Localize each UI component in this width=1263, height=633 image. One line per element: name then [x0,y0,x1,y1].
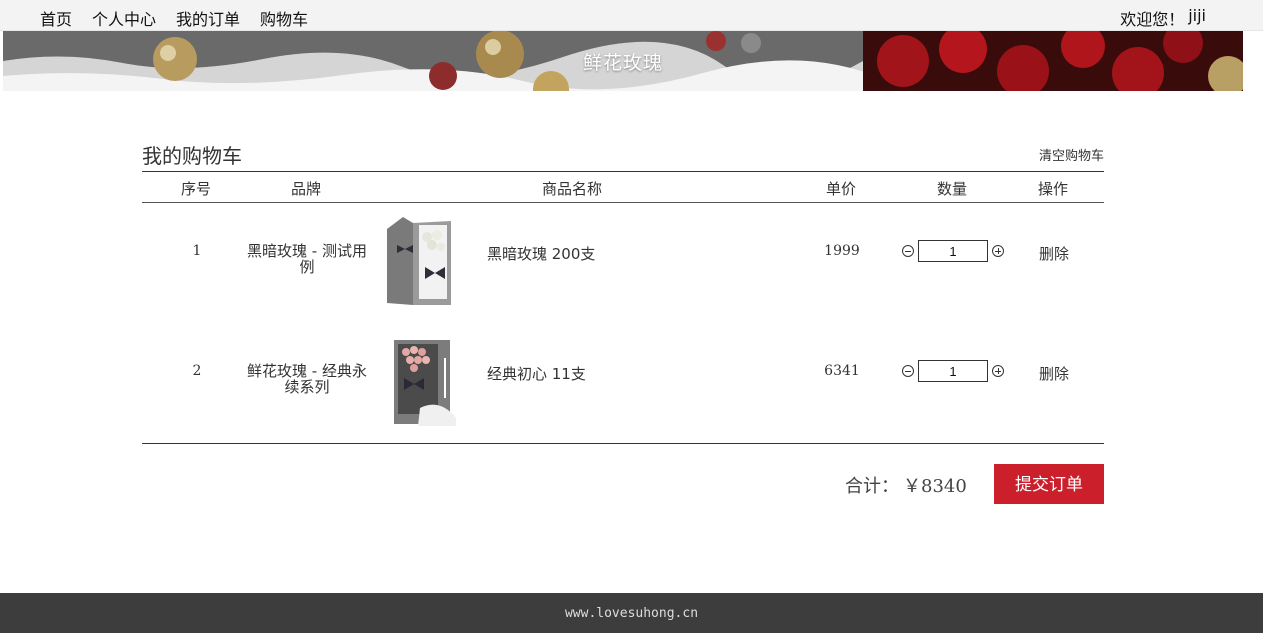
product-image[interactable] [390,338,462,428]
divider [142,171,1104,172]
clear-cart-link[interactable]: 清空购物车 [1039,145,1104,164]
row-price: 6341 [824,363,860,379]
column-header-index: 序号 [180,180,211,198]
quantity-input[interactable] [918,240,988,262]
top-nav: 首页 个人中心 我的订单 购物车 欢迎您！ jiji [0,0,1263,31]
product-thumbnail [390,338,462,428]
total-value: ￥8340 [903,476,967,497]
cart-total: 合计： ￥8340 [845,472,967,498]
column-header-product: 商品名称 [541,180,602,198]
row-price: 1999 [824,243,860,259]
row-product-name[interactable]: 黑暗玫瑰 200支 [487,243,595,264]
row-brand: 鲜花玫瑰 - 经典永续系列 [247,362,367,396]
nav-profile-link[interactable]: 个人中心 [92,6,156,30]
total-label: 合计： [845,476,899,497]
delete-button[interactable]: 删除 [1034,243,1074,264]
footer: www.lovesuhong.cn [0,593,1263,633]
column-header-quantity: 数量 [936,180,967,198]
nav-home-link[interactable]: 首页 [40,6,72,30]
username[interactable]: jiji [1188,6,1206,30]
row-index: 1 [192,243,202,259]
increase-quantity-button[interactable] [992,245,1004,257]
column-header-action: 操作 [1037,180,1068,198]
page: 首页 个人中心 我的订单 购物车 欢迎您！ jiji 鲜花玫瑰 我的购物车 清空… [0,0,1263,633]
quantity-input[interactable] [918,360,988,382]
nav-cart-link[interactable]: 购物车 [260,6,308,30]
row-brand: 黑暗玫瑰 - 测试用例 [247,242,367,276]
column-header-brand: 品牌 [290,180,321,198]
row-index: 2 [192,363,202,379]
row-product-name[interactable]: 经典初心 11支 [487,363,586,384]
divider [142,443,1104,444]
quantity-stepper [902,360,1004,382]
product-image[interactable] [385,217,457,307]
nav-links: 首页 个人中心 我的订单 购物车 [40,6,308,30]
cart-title: 我的购物车 [142,144,242,168]
product-thumbnail [385,217,457,307]
increase-quantity-button[interactable] [992,365,1004,377]
divider [142,202,1104,203]
column-header-price: 单价 [825,180,856,198]
footer-text: www.lovesuhong.cn [564,606,699,621]
welcome-text: 欢迎您！ jiji [1120,6,1206,30]
quantity-stepper [902,240,1004,262]
welcome-prefix: 欢迎您！ [1120,10,1185,29]
submit-order-button[interactable]: 提交订单 [994,464,1104,504]
banner: 鲜花玫瑰 [3,31,1243,91]
delete-button[interactable]: 删除 [1034,363,1074,384]
decrease-quantity-button[interactable] [902,245,914,257]
banner-title: 鲜花玫瑰 [582,52,663,74]
nav-orders-link[interactable]: 我的订单 [176,6,240,30]
decrease-quantity-button[interactable] [902,365,914,377]
